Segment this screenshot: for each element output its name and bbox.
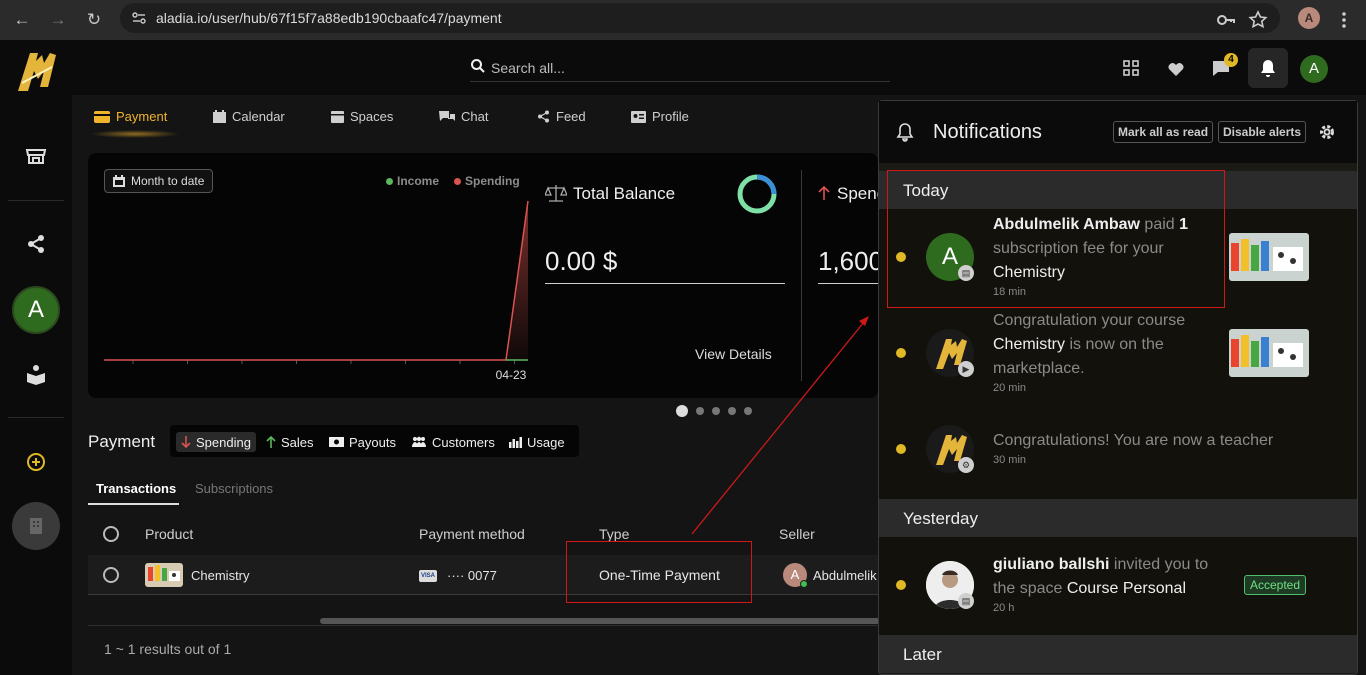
annotation-arrow (691, 316, 869, 535)
